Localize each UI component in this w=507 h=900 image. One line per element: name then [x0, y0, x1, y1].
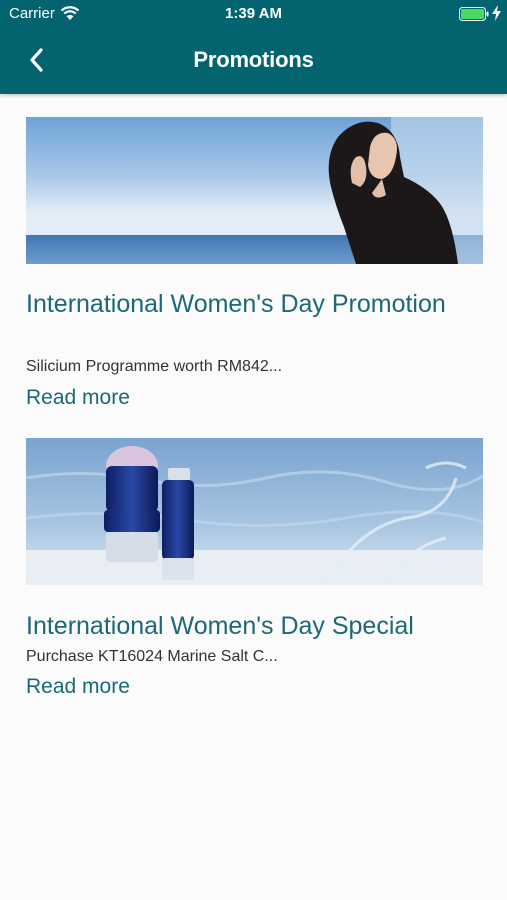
promo-title[interactable]: International Women's Day Promotion — [26, 288, 486, 320]
read-more-link[interactable]: Read more — [26, 386, 130, 410]
app-header: Carrier 1:39 AM Promotions — [0, 0, 507, 94]
promo-description: Purchase KT16024 Marine Salt C... — [26, 648, 278, 665]
promo-banner-image[interactable] — [26, 117, 483, 264]
status-bar: Carrier 1:39 AM — [0, 0, 507, 28]
battery-icon — [459, 7, 489, 21]
read-more-link[interactable]: Read more — [26, 675, 130, 699]
charging-bolt-icon — [492, 5, 501, 21]
status-time: 1:39 AM — [225, 5, 282, 22]
promo-title[interactable]: International Women's Day Special — [26, 610, 486, 642]
page-title: Promotions — [193, 47, 314, 72]
promo-description: Silicium Programme worth RM842... — [26, 358, 283, 375]
promo-banner-image[interactable] — [26, 438, 483, 585]
